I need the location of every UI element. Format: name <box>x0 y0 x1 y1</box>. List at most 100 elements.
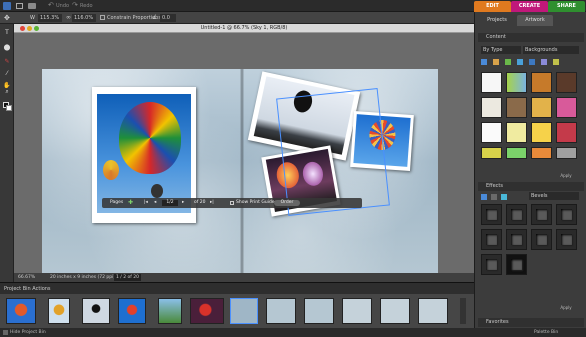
link-icon[interactable]: ∞ <box>66 14 71 21</box>
zoom-value[interactable]: 66.67% <box>18 273 35 282</box>
apply-content-button[interactable]: Apply <box>555 172 577 179</box>
constrain-checkbox[interactable] <box>100 15 105 20</box>
bin-thumb[interactable] <box>6 298 36 324</box>
redo-icon[interactable]: ↷ <box>72 1 78 9</box>
background-thumb[interactable] <box>531 122 552 143</box>
background-color-icon[interactable] <box>6 105 12 111</box>
of-pages-label: of 20 <box>194 200 206 205</box>
eyedropper-icon[interactable]: ⁄ <box>3 70 11 78</box>
page-field[interactable]: 1/2 <box>162 200 178 206</box>
zoom-window-icon[interactable] <box>34 26 39 31</box>
close-window-icon[interactable] <box>20 26 25 31</box>
favorites-section-header[interactable]: Favorites <box>478 318 584 327</box>
bin-thumb[interactable] <box>48 298 70 324</box>
backgrounds-dropdown[interactable]: Backgrounds <box>523 46 579 54</box>
bin-thumb[interactable] <box>118 298 146 324</box>
zoom-icon[interactable]: ⌕ <box>3 88 11 96</box>
angle-field[interactable]: 0.0 <box>160 14 176 22</box>
filter-icon-4[interactable] <box>517 59 523 65</box>
bin-thumb[interactable] <box>304 298 334 324</box>
redo-button[interactable]: Redo <box>80 3 93 9</box>
filter-icon-6[interactable] <box>541 59 547 65</box>
window-icon[interactable] <box>16 3 23 9</box>
effects-filter-icon-1[interactable] <box>481 194 487 200</box>
undo-button[interactable]: Undo <box>56 3 69 9</box>
print-guides-checkbox[interactable] <box>230 201 234 205</box>
apply-effects-button[interactable]: Apply <box>555 304 577 311</box>
effects-filter-icon-2[interactable] <box>491 194 497 200</box>
height-field[interactable]: 116.0% <box>72 14 96 22</box>
minimize-window-icon[interactable] <box>27 26 32 31</box>
bevel-effect-thumb[interactable] <box>506 229 527 250</box>
bin-thumb[interactable] <box>380 298 410 324</box>
filter-icon-5[interactable] <box>529 59 535 65</box>
bevel-effect-thumb[interactable] <box>481 254 502 275</box>
bin-thumb[interactable] <box>418 298 448 324</box>
brush-icon[interactable]: ✎ <box>3 58 11 66</box>
page-indicator[interactable]: 1 / 2 of 20 <box>114 274 142 281</box>
folder-icon[interactable] <box>28 3 36 9</box>
width-field[interactable]: 115.3% <box>38 14 62 22</box>
text-icon[interactable]: T <box>3 29 11 37</box>
bevel-effect-thumb[interactable] <box>481 204 502 225</box>
background-thumb[interactable] <box>531 147 552 159</box>
undo-icon[interactable]: ↶ <box>48 1 54 9</box>
bin-thumb[interactable] <box>158 298 182 324</box>
background-thumb[interactable] <box>506 72 527 93</box>
bevels-dropdown[interactable]: Bevels <box>529 192 579 200</box>
filter-icon-1[interactable] <box>481 59 487 65</box>
background-thumb[interactable] <box>481 72 502 93</box>
order-button[interactable]: Order <box>274 200 300 206</box>
canvas[interactable]: Pages ✚ |◂ ◂ 1/2 ▸ of 20 ▸| Show Print G… <box>14 33 474 275</box>
selection-bounding-box[interactable] <box>276 87 390 217</box>
bevel-effect-thumb[interactable] <box>481 229 502 250</box>
background-thumb[interactable] <box>506 97 527 118</box>
filter-icon-2[interactable] <box>493 59 499 65</box>
background-thumb[interactable] <box>531 97 552 118</box>
bevel-effect-thumb[interactable] <box>531 229 552 250</box>
add-page-button[interactable]: ✚ <box>128 198 133 208</box>
effects-section-header[interactable]: Effects <box>478 182 584 191</box>
bevel-effect-thumb[interactable] <box>531 204 552 225</box>
first-page-button[interactable]: |◂ <box>144 198 148 208</box>
background-thumb[interactable] <box>481 122 502 143</box>
content-section-header[interactable]: Content <box>478 33 584 42</box>
prev-page-button[interactable]: ◂ <box>154 198 156 208</box>
background-thumb[interactable] <box>531 72 552 93</box>
bin-thumb[interactable] <box>342 298 372 324</box>
tab-projects[interactable]: Projects <box>479 15 515 26</box>
hide-project-bin-link[interactable]: Hide Project Bin <box>10 328 46 337</box>
bin-scrollbar[interactable] <box>460 298 466 324</box>
palette-bin-link[interactable]: Palette Bin <box>534 328 558 337</box>
hide-bin-icon[interactable] <box>3 330 8 335</box>
filter-icon-7[interactable] <box>553 59 559 65</box>
bin-thumb[interactable] <box>266 298 296 324</box>
bevel-effect-thumb-selected[interactable] <box>506 254 527 275</box>
background-thumb[interactable] <box>556 97 577 118</box>
effects-filter-icon-3[interactable] <box>501 194 507 200</box>
background-thumb[interactable] <box>506 147 527 159</box>
move-icon[interactable]: ⬤ <box>3 44 11 52</box>
by-type-dropdown[interactable]: By Type <box>481 46 521 54</box>
tab-create[interactable]: CREATE <box>511 1 548 12</box>
next-page-button[interactable]: ▸ <box>182 198 184 208</box>
bin-thumb-selected[interactable] <box>230 298 258 324</box>
background-thumb[interactable] <box>506 122 527 143</box>
background-thumb[interactable] <box>481 147 502 159</box>
tab-edit[interactable]: EDIT <box>474 1 511 12</box>
background-thumb[interactable] <box>556 122 577 143</box>
background-thumb[interactable] <box>556 72 577 93</box>
last-page-button[interactable]: ▸| <box>210 198 214 208</box>
bevel-effect-thumb[interactable] <box>556 204 577 225</box>
bin-thumb[interactable] <box>82 298 110 324</box>
filter-icon-3[interactable] <box>505 59 511 65</box>
color-swatch-icon[interactable] <box>3 102 12 111</box>
bevel-effect-thumb[interactable] <box>556 229 577 250</box>
tab-artwork[interactable]: Artwork <box>517 15 553 26</box>
bin-thumb[interactable] <box>190 298 224 324</box>
project-bin-actions[interactable]: Project Bin Actions <box>4 286 51 292</box>
bevel-effect-thumb[interactable] <box>506 204 527 225</box>
background-thumb[interactable] <box>556 147 577 159</box>
background-thumb[interactable] <box>481 97 502 118</box>
tab-share[interactable]: SHARE <box>548 1 585 12</box>
